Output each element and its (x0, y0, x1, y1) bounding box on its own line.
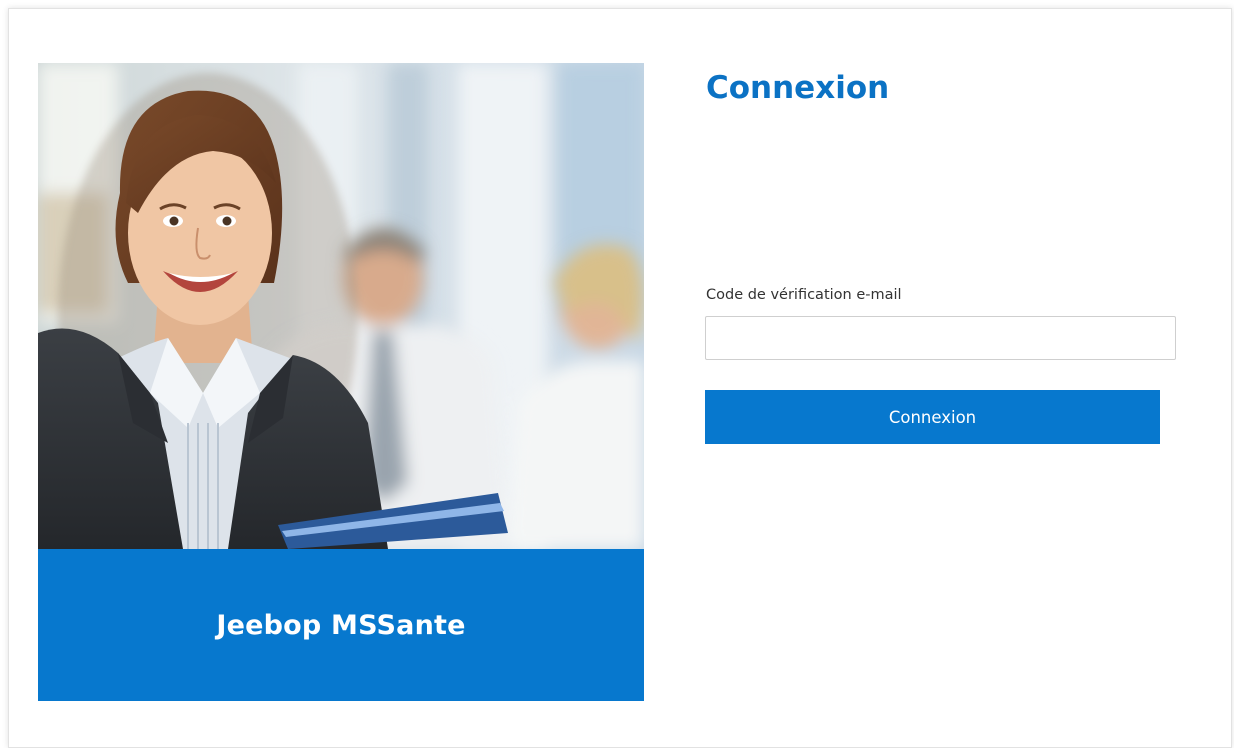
code-field-label: Code de vérification e-mail (706, 287, 902, 303)
verification-code-input[interactable] (705, 316, 1176, 360)
hero-photo (38, 63, 644, 549)
page-title: Connexion (706, 70, 890, 106)
hero-panel: Jeebop MSSante (38, 63, 644, 701)
brand-banner: Jeebop MSSante (38, 549, 644, 701)
brand-name: Jeebop MSSante (216, 609, 466, 641)
login-button[interactable]: Connexion (705, 390, 1160, 444)
